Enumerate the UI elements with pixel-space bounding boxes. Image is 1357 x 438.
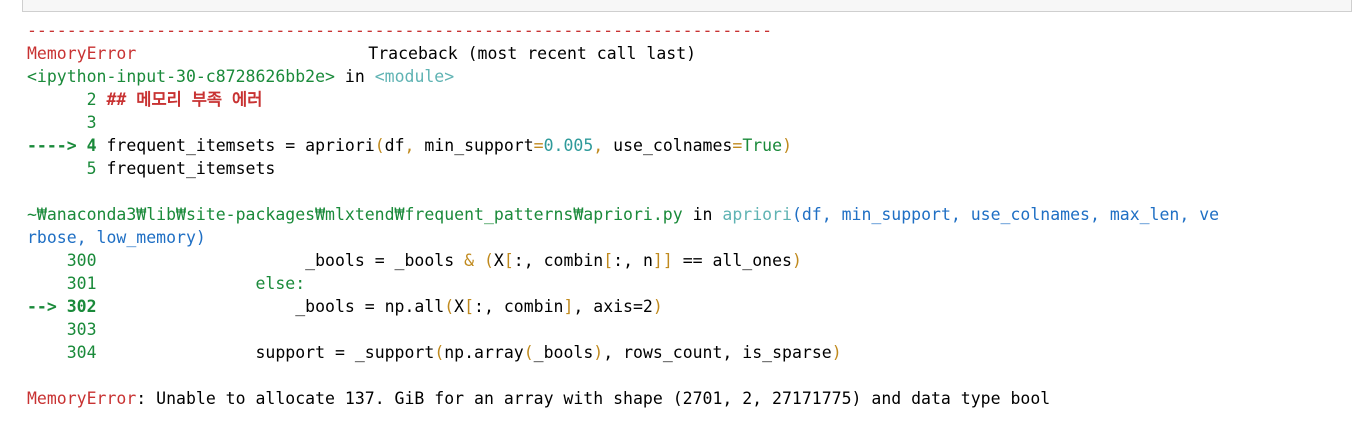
comma: ,	[593, 136, 614, 155]
error-name: MemoryError	[27, 44, 137, 63]
frame1-in: in	[334, 67, 375, 86]
frame1-header: <ipython-input-30-c8728626bb2e> in <modu…	[27, 65, 1353, 88]
code-text: support = _support	[96, 343, 435, 362]
frame1-func: <module>	[374, 67, 455, 86]
final-error-line: MemoryError: Unable to allocate 137. GiB…	[27, 387, 1353, 410]
equals: =	[732, 136, 743, 155]
final-error-message: : Unable to allocate 137. GiB for an arr…	[136, 389, 1051, 408]
code-line-5: 5 frequent_itemsets	[27, 157, 1353, 180]
code-comment: ## 메모리 부족 에러	[96, 90, 263, 109]
line-number: 303	[27, 320, 97, 339]
paren: (	[483, 251, 494, 270]
bracket: [	[464, 297, 475, 316]
code-text: :, combin	[513, 251, 604, 270]
code-text: == all_ones	[672, 251, 792, 270]
code-text: min_support	[424, 136, 534, 155]
code-text: _bools	[533, 343, 594, 362]
keyword-else: else:	[96, 274, 306, 293]
paren: (	[374, 136, 385, 155]
paren: )	[791, 251, 802, 270]
traceback-separator: ----------------------------------------…	[27, 21, 773, 40]
bracket: [	[603, 251, 614, 270]
code-text: X	[454, 297, 465, 316]
frame1-file: <ipython-input-30-c8728626bb2e>	[27, 67, 335, 86]
paren: (	[434, 343, 445, 362]
paren: )	[831, 343, 842, 362]
code-line-302-current: --> 302 _bools = np.all(X[:, combin], ax…	[27, 295, 1353, 318]
code-line-304: 304 support = _support(np.array(_bools),…	[27, 341, 1353, 364]
code-text: :, combin	[474, 297, 564, 316]
code-text: :, n	[613, 251, 653, 270]
code-text: , axis=2	[573, 297, 653, 316]
code-text: _bools = _bools	[96, 251, 465, 270]
operator: &	[464, 251, 475, 270]
code-text: use_colnames	[613, 136, 733, 155]
final-error-name: MemoryError	[27, 389, 137, 408]
frame2-args: (df, min_support, use_colnames, max_len,…	[791, 205, 1220, 224]
line-number: 5	[27, 159, 97, 178]
number-literal: 0.005	[543, 136, 594, 155]
line-number: 301	[27, 274, 97, 293]
bracket: ]	[563, 297, 574, 316]
code-line-303: 303	[27, 318, 1353, 341]
code-text: _bools = np.all	[96, 297, 445, 316]
bool-literal: True	[742, 136, 783, 155]
frame2-func: apriori	[722, 205, 792, 224]
comma: ,	[404, 136, 425, 155]
current-line-arrow: --> 302	[27, 297, 97, 316]
code-text: , rows_count, is_sparse	[603, 343, 832, 362]
frame2-in: in	[682, 205, 723, 224]
code-line-3: 3	[27, 111, 1353, 134]
line-number: 304	[27, 343, 97, 362]
previous-cell-border	[22, 0, 1352, 12]
frame2-file: ~₩anaconda3₩lib₩site-packages₩mlxtend₩fr…	[27, 205, 683, 224]
traceback-header-label: Traceback (most recent call last)	[368, 44, 697, 63]
code-line-2: 2 ## 메모리 부족 에러	[27, 88, 1353, 111]
bracket: [	[503, 251, 514, 270]
line-number: 300	[27, 251, 97, 270]
code-text: df	[384, 136, 405, 155]
bracket: ]]	[652, 251, 673, 270]
paren: )	[782, 136, 792, 155]
equals: =	[533, 136, 544, 155]
paren: (	[523, 343, 534, 362]
code-line-4-current: ----> 4 frequent_itemsets = apriori(df, …	[27, 134, 1353, 157]
code-text: frequent_itemsets = apriori	[96, 136, 375, 155]
code-line-300: 300 _bools = _bools & (X[:, combin[:, n]…	[27, 249, 1353, 272]
code-text: np.array	[444, 343, 524, 362]
traceback-header: MemoryError Traceback (most recent call l…	[27, 42, 1353, 65]
current-line-arrow: ----> 4	[27, 136, 97, 155]
line-number: 3	[27, 113, 97, 132]
frame2-args-continued: rbose, low_memory)	[27, 228, 206, 247]
line-number: 2	[27, 90, 97, 109]
code-text: X	[493, 251, 504, 270]
frame2-header: ~₩anaconda3₩lib₩site-packages₩mlxtend₩fr…	[27, 203, 1353, 226]
paren: (	[444, 297, 455, 316]
code-text: frequent_itemsets	[96, 159, 276, 178]
code-line-301: 301 else:	[27, 272, 1353, 295]
paren: )	[593, 343, 604, 362]
traceback-output: ----------------------------------------…	[27, 19, 1353, 410]
paren: )	[652, 297, 663, 316]
